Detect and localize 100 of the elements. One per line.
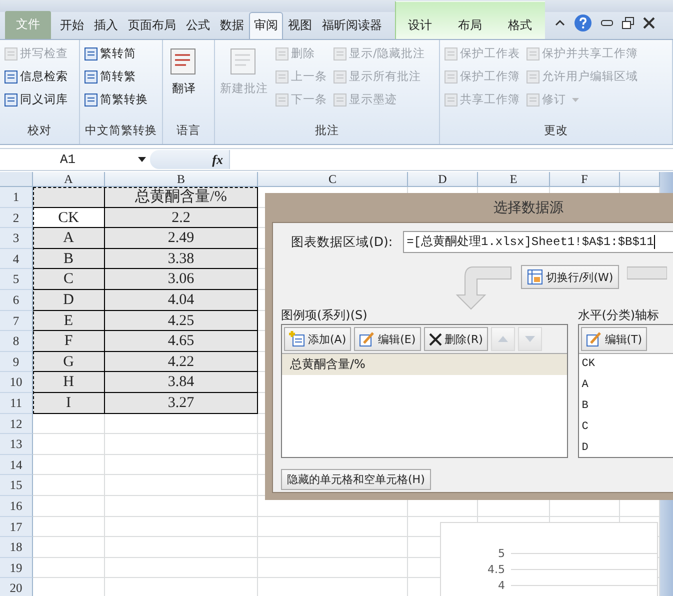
- group-label: 中文简繁转换: [85, 122, 157, 139]
- row-header[interactable]: 15: [0, 475, 33, 496]
- table-cell: F: [33, 331, 105, 352]
- table-cell: G: [33, 352, 105, 372]
- group-label: 语言: [176, 122, 200, 139]
- row-header[interactable]: 13: [0, 434, 33, 455]
- ribbon-button[interactable]: 繁转简: [83, 43, 149, 64]
- close-icon[interactable]: [643, 17, 655, 29]
- table-cell: 4.25: [105, 310, 258, 332]
- help-icon[interactable]: [574, 14, 592, 32]
- list-item[interactable]: CK: [578, 354, 673, 375]
- ribbon-tab[interactable]: 插入: [89, 12, 123, 39]
- ribbon-button[interactable]: 翻译: [166, 43, 202, 100]
- table-cell: D: [33, 290, 105, 311]
- ribbon-tab[interactable]: 格式: [495, 1, 545, 39]
- table-cell: 2.2: [105, 208, 258, 228]
- table-cell: H: [33, 372, 105, 393]
- row-header[interactable]: 16: [0, 496, 33, 516]
- row-header[interactable]: 14: [0, 454, 33, 476]
- table-cell: 3.06: [105, 269, 258, 290]
- table-cell: A: [33, 228, 105, 249]
- row-header[interactable]: 11: [0, 392, 33, 414]
- list-item[interactable]: D: [578, 438, 673, 459]
- document-icon: [444, 70, 458, 84]
- row-header[interactable]: 12: [0, 414, 33, 434]
- document-icon: [444, 92, 458, 106]
- ribbon-button[interactable]: 简转繁: [83, 66, 149, 87]
- ribbon-tab[interactable]: 审阅: [249, 12, 283, 39]
- insert-function-button[interactable]: fx: [212, 152, 223, 168]
- name-box[interactable]: A1: [0, 152, 150, 167]
- row-header[interactable]: 17: [0, 516, 33, 538]
- ribbon-tab[interactable]: 设计: [395, 1, 445, 39]
- ribbon-button[interactable]: 简繁转换: [83, 89, 149, 110]
- column-header[interactable]: F: [550, 172, 620, 187]
- document-icon: [526, 46, 540, 60]
- row-header[interactable]: 19: [0, 558, 33, 578]
- column-header[interactable]: B: [105, 172, 258, 187]
- document-icon: [333, 70, 347, 84]
- ribbon-tab[interactable]: 福昕阅读器: [317, 12, 387, 39]
- field-label: 图表数据区域(D):: [291, 234, 393, 250]
- column-header[interactable]: D: [408, 172, 478, 187]
- row-header[interactable]: 10: [0, 372, 33, 393]
- ribbon-tab[interactable]: 公式: [181, 12, 215, 39]
- document-icon: [526, 70, 540, 84]
- row-header[interactable]: 3: [0, 228, 33, 249]
- row-header[interactable]: 9: [0, 352, 33, 372]
- row-header[interactable]: 5: [0, 269, 33, 290]
- ribbon-tab[interactable]: 布局: [445, 1, 495, 39]
- document-icon: [275, 70, 289, 84]
- row-header[interactable]: 7: [0, 310, 33, 332]
- table-cell: 3.38: [105, 248, 258, 270]
- curved-arrow-icon: [627, 265, 668, 281]
- ribbon-button[interactable]: 信息检索: [3, 66, 69, 87]
- table-cell: [33, 454, 105, 476]
- hidden-cells-button[interactable]: 隐藏的单元格和空单元格(H): [281, 469, 431, 490]
- row-header[interactable]: 4: [0, 248, 33, 270]
- column-header[interactable]: A: [33, 172, 105, 187]
- toolbar-button[interactable]: 删除(R): [424, 327, 488, 351]
- column-header[interactable]: C: [258, 172, 408, 187]
- column-header[interactable]: E: [478, 172, 550, 187]
- list-item[interactable]: 总黄酮含量/%: [282, 354, 567, 375]
- input-field[interactable]: =[总黄酮处理1.xlsx]Sheet1!$A$1:$B$11: [402, 231, 673, 253]
- list-item[interactable]: B: [578, 396, 673, 417]
- group-label: 批注: [315, 122, 339, 139]
- row-header[interactable]: 1: [0, 187, 33, 208]
- minimize-icon[interactable]: [601, 20, 613, 26]
- axis-tick-label: 4.5: [486, 562, 506, 576]
- ribbon-tab[interactable]: 页面布局: [123, 12, 181, 39]
- row-header[interactable]: 6: [0, 290, 33, 311]
- document-icon: [4, 92, 18, 106]
- section-label: 图例项(系列)(S): [281, 307, 368, 324]
- list-item[interactable]: C: [578, 417, 673, 438]
- document-icon: [275, 46, 289, 60]
- ribbon-tab[interactable]: 数据: [215, 12, 249, 39]
- toolbar-button[interactable]: 编辑(E): [354, 327, 421, 351]
- row-header[interactable]: 2: [0, 208, 33, 228]
- switch-row-column-button[interactable]: 切换行/列(W): [521, 265, 620, 289]
- toolbar-button[interactable]: 添加(A): [284, 327, 352, 351]
- ribbon-tab[interactable]: 视图: [283, 12, 317, 39]
- collapse-ribbon-icon[interactable]: [555, 19, 565, 27]
- restore-icon[interactable]: [622, 17, 634, 29]
- ribbon-tab[interactable]: 开始: [55, 12, 89, 39]
- table-cell: 4.65: [105, 331, 258, 352]
- row-header[interactable]: 20: [0, 578, 33, 596]
- table-cell: 2.49: [105, 228, 258, 249]
- row-header[interactable]: 18: [0, 537, 33, 558]
- list-item[interactable]: A: [578, 375, 673, 396]
- dropdown-icon: [138, 157, 146, 162]
- document-icon: [526, 92, 540, 106]
- document-icon: [84, 46, 98, 60]
- group-label: 校对: [28, 122, 52, 139]
- table-cell: E: [33, 310, 105, 332]
- row-header[interactable]: 8: [0, 331, 33, 352]
- triangle-down-icon: [524, 336, 535, 342]
- ribbon-button[interactable]: 同义词库: [3, 89, 69, 110]
- dialog-title: 选择数据源: [494, 198, 564, 216]
- toolbar-button[interactable]: 编辑(T): [580, 327, 648, 351]
- document-icon: [4, 70, 18, 84]
- table-cell: [33, 496, 105, 516]
- table-cell: B: [33, 248, 105, 270]
